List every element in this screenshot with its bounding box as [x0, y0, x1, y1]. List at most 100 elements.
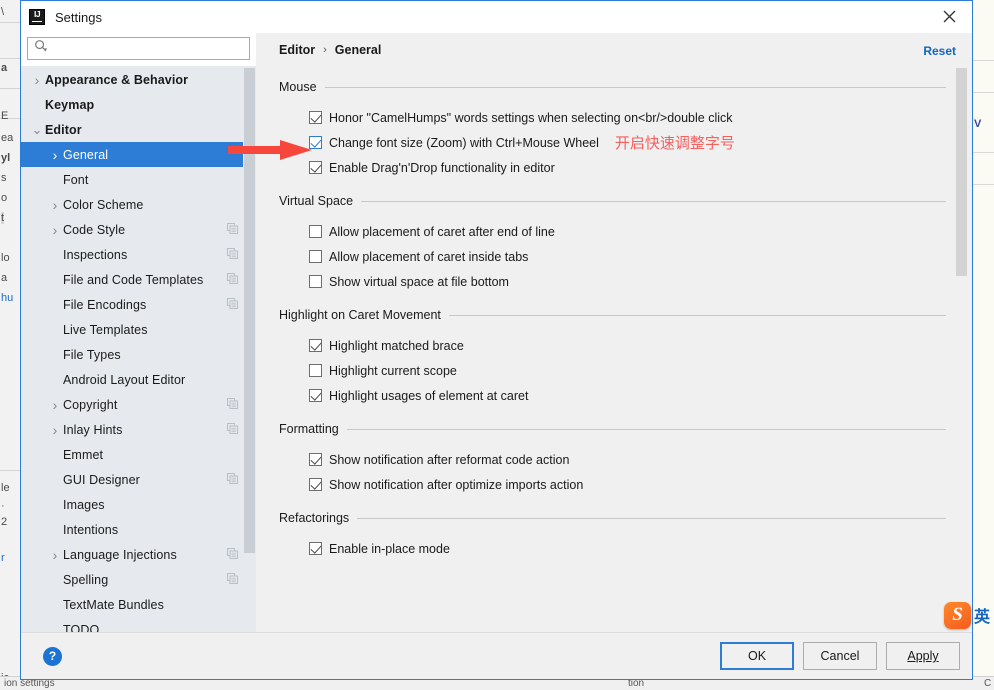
checkbox-label[interactable]: Change font size (Zoom) with Ctrl+Mouse … — [329, 136, 599, 150]
copy-settings-icon[interactable] — [227, 546, 238, 564]
reset-link[interactable]: Reset — [923, 44, 956, 58]
section-title: Virtual Space — [279, 194, 354, 208]
checkbox-label[interactable]: Show virtual space at file bottom — [329, 275, 509, 289]
checkbox-label[interactable]: Show notification after reformat code ac… — [329, 453, 569, 467]
chevron-right-icon[interactable]: › — [47, 398, 63, 412]
search-input[interactable] — [51, 39, 249, 58]
sidebar-item-inlay-hints[interactable]: › Inlay Hints — [21, 417, 256, 442]
checkbox-label[interactable]: Enable Drag'n'Drop functionality in edit… — [329, 161, 555, 175]
chevron-right-icon[interactable]: › — [47, 198, 63, 212]
checkbox[interactable] — [309, 478, 322, 491]
checkbox[interactable] — [309, 161, 322, 174]
checkbox-label[interactable]: Highlight current scope — [329, 364, 457, 378]
checkbox[interactable] — [309, 339, 322, 352]
ok-button[interactable]: OK — [720, 642, 794, 670]
sidebar-item-file-types[interactable]: ›File Types — [21, 342, 256, 367]
sidebar-item-label: File Encodings — [63, 297, 147, 312]
checkbox[interactable] — [309, 250, 322, 263]
search-box[interactable] — [27, 37, 250, 60]
chevron-right-icon[interactable]: › — [47, 423, 63, 437]
chevron-right-icon[interactable]: › — [47, 223, 63, 237]
sidebar-item-language-injections[interactable]: › Language Injections — [21, 542, 256, 567]
sidebar-item-textmate-bundles[interactable]: ›TextMate Bundles — [21, 592, 256, 617]
copy-settings-icon[interactable] — [227, 471, 238, 489]
checkbox-label[interactable]: Allow placement of caret after end of li… — [329, 225, 555, 239]
section-refactorings: Refactorings Enable in-place mode — [279, 507, 946, 561]
sidebar-item-inspections[interactable]: ›Inspections — [21, 242, 256, 267]
checkbox[interactable] — [309, 364, 322, 377]
checkbox[interactable] — [309, 275, 322, 288]
chevron-right-icon[interactable]: › — [47, 548, 63, 562]
breadcrumb-parent[interactable]: Editor — [279, 43, 315, 57]
breadcrumb-separator-icon: › — [323, 43, 327, 56]
close-button[interactable] — [926, 1, 972, 32]
sidebar-item-label: TODO — [63, 622, 100, 633]
sogou-logo-icon — [944, 601, 971, 629]
copy-settings-icon[interactable] — [227, 396, 238, 414]
section-title: Mouse — [279, 80, 317, 94]
chevron-right-icon[interactable]: › — [47, 148, 63, 162]
sidebar-item-code-style[interactable]: › Code Style — [21, 217, 256, 242]
option-row: Highlight usages of element at caret — [309, 383, 946, 408]
section-title: Refactorings — [279, 511, 350, 525]
chevron-down-icon[interactable]: ⌄ — [29, 123, 45, 136]
option-list: Honor "CamelHumps" words settings when s… — [279, 98, 946, 180]
annotation-text: 开启快速调整字号 — [614, 134, 735, 152]
sidebar-item-appearance-behavior[interactable]: › Appearance & Behavior — [21, 67, 256, 92]
sidebar-item-gui-designer[interactable]: ›GUI Designer — [21, 467, 256, 492]
sidebar-item-copyright[interactable]: › Copyright — [21, 392, 256, 417]
checkbox[interactable] — [309, 225, 322, 238]
checkbox[interactable] — [309, 136, 322, 149]
copy-settings-icon[interactable] — [227, 246, 238, 264]
sidebar-item-general[interactable]: › General — [21, 142, 256, 167]
copy-settings-icon[interactable] — [227, 571, 238, 589]
settings-sidebar: ›Appearance & Behavior›Keymap⌄Editor›Gen… — [21, 33, 256, 632]
sidebar-item-font[interactable]: ›Font — [21, 167, 256, 192]
sidebar-item-intentions[interactable]: ›Intentions — [21, 517, 256, 542]
copy-settings-icon[interactable] — [227, 421, 238, 439]
help-button[interactable]: ? — [43, 646, 62, 666]
sidebar-scrollbar-thumb[interactable] — [244, 68, 255, 553]
sidebar-item-color-scheme[interactable]: › Color Scheme — [21, 192, 256, 217]
sidebar-item-todo[interactable]: ›TODO — [21, 617, 256, 633]
copy-settings-icon[interactable] — [227, 296, 238, 314]
apply-button-label: Apply — [907, 649, 939, 663]
section-header: Highlight on Caret Movement — [279, 304, 946, 326]
sidebar-item-spelling[interactable]: ›Spelling — [21, 567, 256, 592]
sogou-ime-badge[interactable]: 英 — [944, 598, 994, 632]
option-list: Show notification after reformat code ac… — [279, 440, 946, 497]
checkbox-label[interactable]: Show notification after optimize imports… — [329, 478, 583, 492]
settings-dialog: Settings — [20, 0, 973, 680]
checkbox[interactable] — [309, 111, 322, 124]
sidebar-item-label: Intentions — [63, 522, 119, 537]
content-scrollbar-thumb[interactable] — [956, 68, 967, 276]
checkbox[interactable] — [309, 389, 322, 402]
checkbox[interactable] — [309, 542, 322, 555]
dialog-footer: ? OK Cancel Apply — [21, 632, 972, 679]
chevron-right-icon[interactable]: › — [29, 73, 45, 87]
sidebar-item-android-layout-editor[interactable]: ›Android Layout Editor — [21, 367, 256, 392]
apply-button[interactable]: Apply — [886, 642, 960, 670]
copy-settings-icon[interactable] — [227, 221, 238, 239]
checkbox-label[interactable]: Highlight matched brace — [329, 339, 464, 353]
checkbox-label[interactable]: Allow placement of caret inside tabs — [329, 250, 528, 264]
section-mouse: Mouse Honor "CamelHumps" words settings w… — [279, 76, 946, 180]
section-header: Refactorings — [279, 507, 946, 529]
copy-settings-icon[interactable] — [227, 271, 238, 289]
sidebar-item-file-encodings[interactable]: ›File Encodings — [21, 292, 256, 317]
checkbox[interactable] — [309, 453, 322, 466]
sidebar-item-keymap[interactable]: ›Keymap — [21, 92, 256, 117]
checkbox-label[interactable]: Enable in-place mode — [329, 542, 450, 556]
content-scrollbar-track[interactable] — [955, 68, 968, 632]
sidebar-item-file-and-code-templates[interactable]: ›File and Code Templates — [21, 267, 256, 292]
sidebar-item-label: Copyright — [63, 397, 118, 412]
checkbox-label[interactable]: Highlight usages of element at caret — [329, 389, 528, 403]
cancel-button[interactable]: Cancel — [803, 642, 877, 670]
sidebar-item-images[interactable]: ›Images — [21, 492, 256, 517]
sidebar-item-label: Code Style — [63, 222, 126, 237]
sidebar-item-emmet[interactable]: ›Emmet — [21, 442, 256, 467]
sidebar-item-live-templates[interactable]: ›Live Templates — [21, 317, 256, 342]
sidebar-item-editor[interactable]: ⌄ Editor — [21, 117, 256, 142]
checkbox-label[interactable]: Honor "CamelHumps" words settings when s… — [329, 111, 733, 125]
sidebar-scrollbar-track[interactable] — [243, 66, 256, 632]
